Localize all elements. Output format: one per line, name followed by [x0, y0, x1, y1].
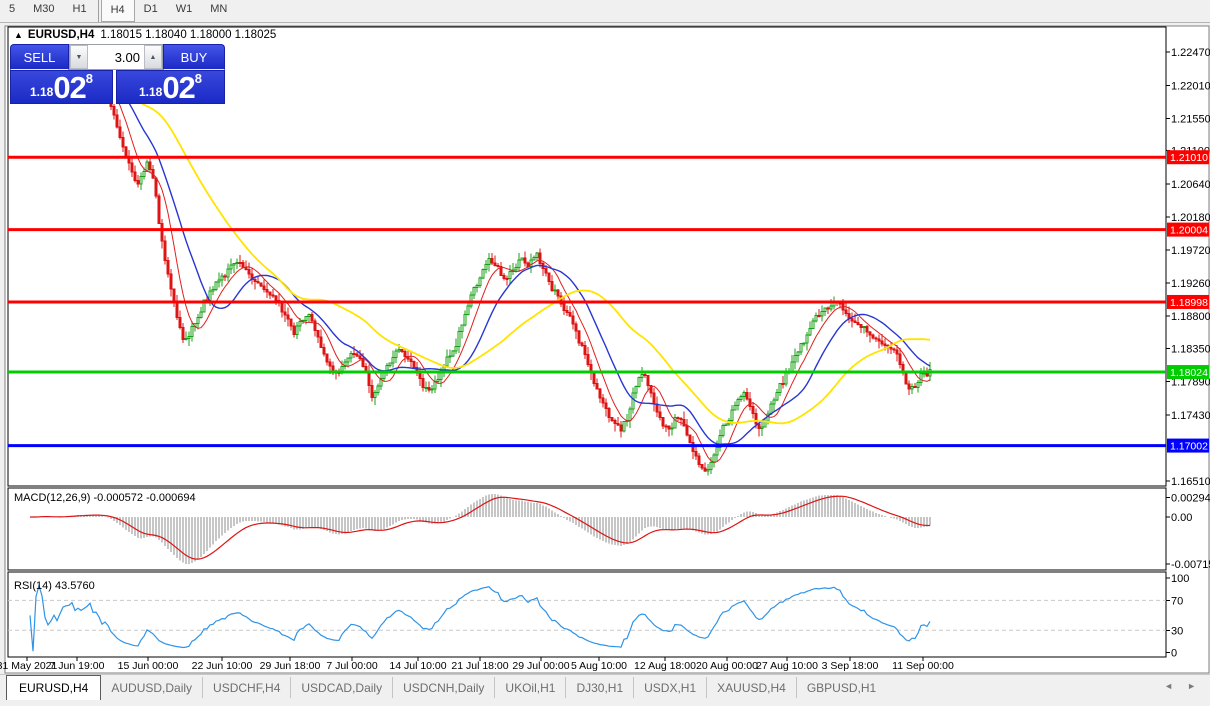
- macd-scale-label: -0.007151: [1171, 559, 1210, 571]
- volume-stepper: ▼ ▲: [69, 44, 163, 70]
- timeframe-m30[interactable]: M30: [24, 0, 63, 22]
- timeframe-toolbar: 5M30H1H4D1W1MN: [0, 0, 1210, 23]
- tab-usdcad-daily[interactable]: USDCAD,Daily: [290, 677, 392, 698]
- price-tick-label: 1.19260: [1171, 278, 1210, 290]
- price-tick-label: 1.20640: [1171, 179, 1210, 191]
- buy-price-prefix: 1.18: [139, 82, 162, 102]
- price-tick-label: 1.16510: [1171, 476, 1210, 488]
- date-tick-label: 29 Jul 00:00: [512, 660, 569, 672]
- tab-xauusd-h4[interactable]: XAUUSD,H4: [706, 677, 796, 698]
- date-tick-label: 5 Aug 10:00: [571, 660, 627, 672]
- tab-dj30-h1[interactable]: DJ30,H1: [565, 677, 633, 698]
- timeframe-5[interactable]: 5: [0, 0, 24, 22]
- tab-eurusd-h4[interactable]: EURUSD,H4: [6, 675, 101, 700]
- buy-price-big-digits: 02: [162, 73, 194, 102]
- macd-indicator-label: MACD(12,26,9) -0.000572 -0.000694: [14, 492, 196, 504]
- date-tick-label: 22 Jun 10:00: [192, 660, 253, 672]
- price-level-label: 1.20004: [1170, 225, 1208, 237]
- chart-symbol-label: EURUSD,H4: [28, 29, 95, 41]
- toolbar-separator: [98, 0, 99, 22]
- date-tick-label: 21 Jul 18:00: [451, 660, 508, 672]
- timeframe-h1[interactable]: H1: [64, 0, 96, 22]
- collapse-arrow-icon: ▲: [14, 30, 23, 40]
- tab-scroll-right-icon[interactable]: ►: [1187, 682, 1196, 691]
- rsi-scale-label: 30: [1171, 625, 1183, 637]
- price-level-label: 1.18024: [1170, 367, 1208, 379]
- symbol-tab-bar: EURUSD,H4AUDUSD,DailyUSDCHF,H4USDCAD,Dai…: [0, 674, 1210, 706]
- chart-ohlc-values: 1.18015 1.18040 1.18000 1.18025: [100, 29, 276, 41]
- price-tick-label: 1.18350: [1171, 344, 1210, 356]
- application-window: 5M30H1H4D1W1MN 1.224701.220101.215501.21…: [0, 0, 1210, 705]
- price-tick-label: 1.21550: [1171, 113, 1210, 125]
- rsi-scale-label: 100: [1171, 573, 1189, 585]
- volume-decrease-button[interactable]: ▼: [70, 45, 88, 69]
- rsi-scale-label: 70: [1171, 595, 1183, 607]
- date-tick-label: 3 Sep 18:00: [822, 660, 879, 672]
- price-level-label: 1.17002: [1170, 441, 1208, 453]
- chart-canvas[interactable]: 1.224701.220101.215501.211001.206401.201…: [0, 0, 1210, 705]
- buy-price-pip-digit: 8: [195, 73, 202, 85]
- buy-price-display[interactable]: 1.18 02 8: [116, 70, 225, 104]
- price-level-label: 1.18998: [1170, 297, 1208, 309]
- date-tick-label: 14 Jul 10:00: [389, 660, 446, 672]
- timeframe-w1[interactable]: W1: [167, 0, 202, 22]
- date-tick-label: 20 Aug 00:00: [696, 660, 758, 672]
- date-tick-label: 12 Aug 18:00: [634, 660, 696, 672]
- price-tick-label: 1.22470: [1171, 47, 1210, 59]
- rsi-indicator-label: RSI(14) 43.5760: [14, 580, 95, 592]
- date-tick-label: 7 Jul 00:00: [326, 660, 378, 672]
- price-tick-label: 1.19720: [1171, 245, 1210, 257]
- sell-price-prefix: 1.18: [30, 82, 53, 102]
- date-tick-label: 11 Sep 00:00: [892, 660, 954, 672]
- buy-button[interactable]: BUY: [163, 44, 225, 70]
- price-tick-label: 1.17430: [1171, 410, 1210, 422]
- timeframe-mn[interactable]: MN: [201, 0, 236, 22]
- macd-scale-label: 0.002947: [1171, 493, 1210, 505]
- volume-input[interactable]: [88, 45, 144, 69]
- tab-usdchf-h4[interactable]: USDCHF,H4: [202, 677, 290, 698]
- date-tick-label: 27 Aug 10:00: [756, 660, 818, 672]
- date-tick-label: 15 Jun 00:00: [118, 660, 179, 672]
- price-tick-label: 1.22010: [1171, 80, 1210, 92]
- date-tick-label: 7 Jun 19:00: [50, 660, 105, 672]
- timeframe-d1[interactable]: D1: [135, 0, 167, 22]
- price-tick-label: 1.20180: [1171, 212, 1210, 224]
- macd-scale-label: 0.00: [1171, 512, 1192, 524]
- sell-price-display[interactable]: 1.18 02 8: [10, 70, 113, 104]
- sell-price-pip-digit: 8: [86, 73, 93, 85]
- tab-usdx-h1[interactable]: USDX,H1: [633, 677, 706, 698]
- tab-gbpusd-h1[interactable]: GBPUSD,H1: [796, 677, 886, 698]
- tab-ukoil-h1[interactable]: UKOil,H1: [494, 677, 565, 698]
- one-click-trading-panel: SELL ▼ ▲ BUY 1.18 02 8 1.18 02 8: [10, 44, 225, 104]
- price-tick-label: 1.18800: [1171, 311, 1210, 323]
- tab-audusd-daily[interactable]: AUDUSD,Daily: [101, 677, 202, 698]
- sell-button[interactable]: SELL: [10, 44, 69, 70]
- rsi-scale-label: 0: [1171, 648, 1177, 660]
- timeframe-h4[interactable]: H4: [101, 0, 135, 22]
- price-level-label: 1.21010: [1170, 152, 1208, 164]
- chart-header: ▲ EURUSD,H4 1.18015 1.18040 1.18000 1.1802…: [14, 29, 276, 41]
- tab-scroll-left-icon[interactable]: ◄: [1164, 682, 1173, 691]
- tab-usdcnh-daily[interactable]: USDCNH,Daily: [392, 677, 494, 698]
- sell-price-big-digits: 02: [53, 73, 85, 102]
- volume-increase-button[interactable]: ▲: [144, 45, 162, 69]
- date-tick-label: 29 Jun 18:00: [260, 660, 321, 672]
